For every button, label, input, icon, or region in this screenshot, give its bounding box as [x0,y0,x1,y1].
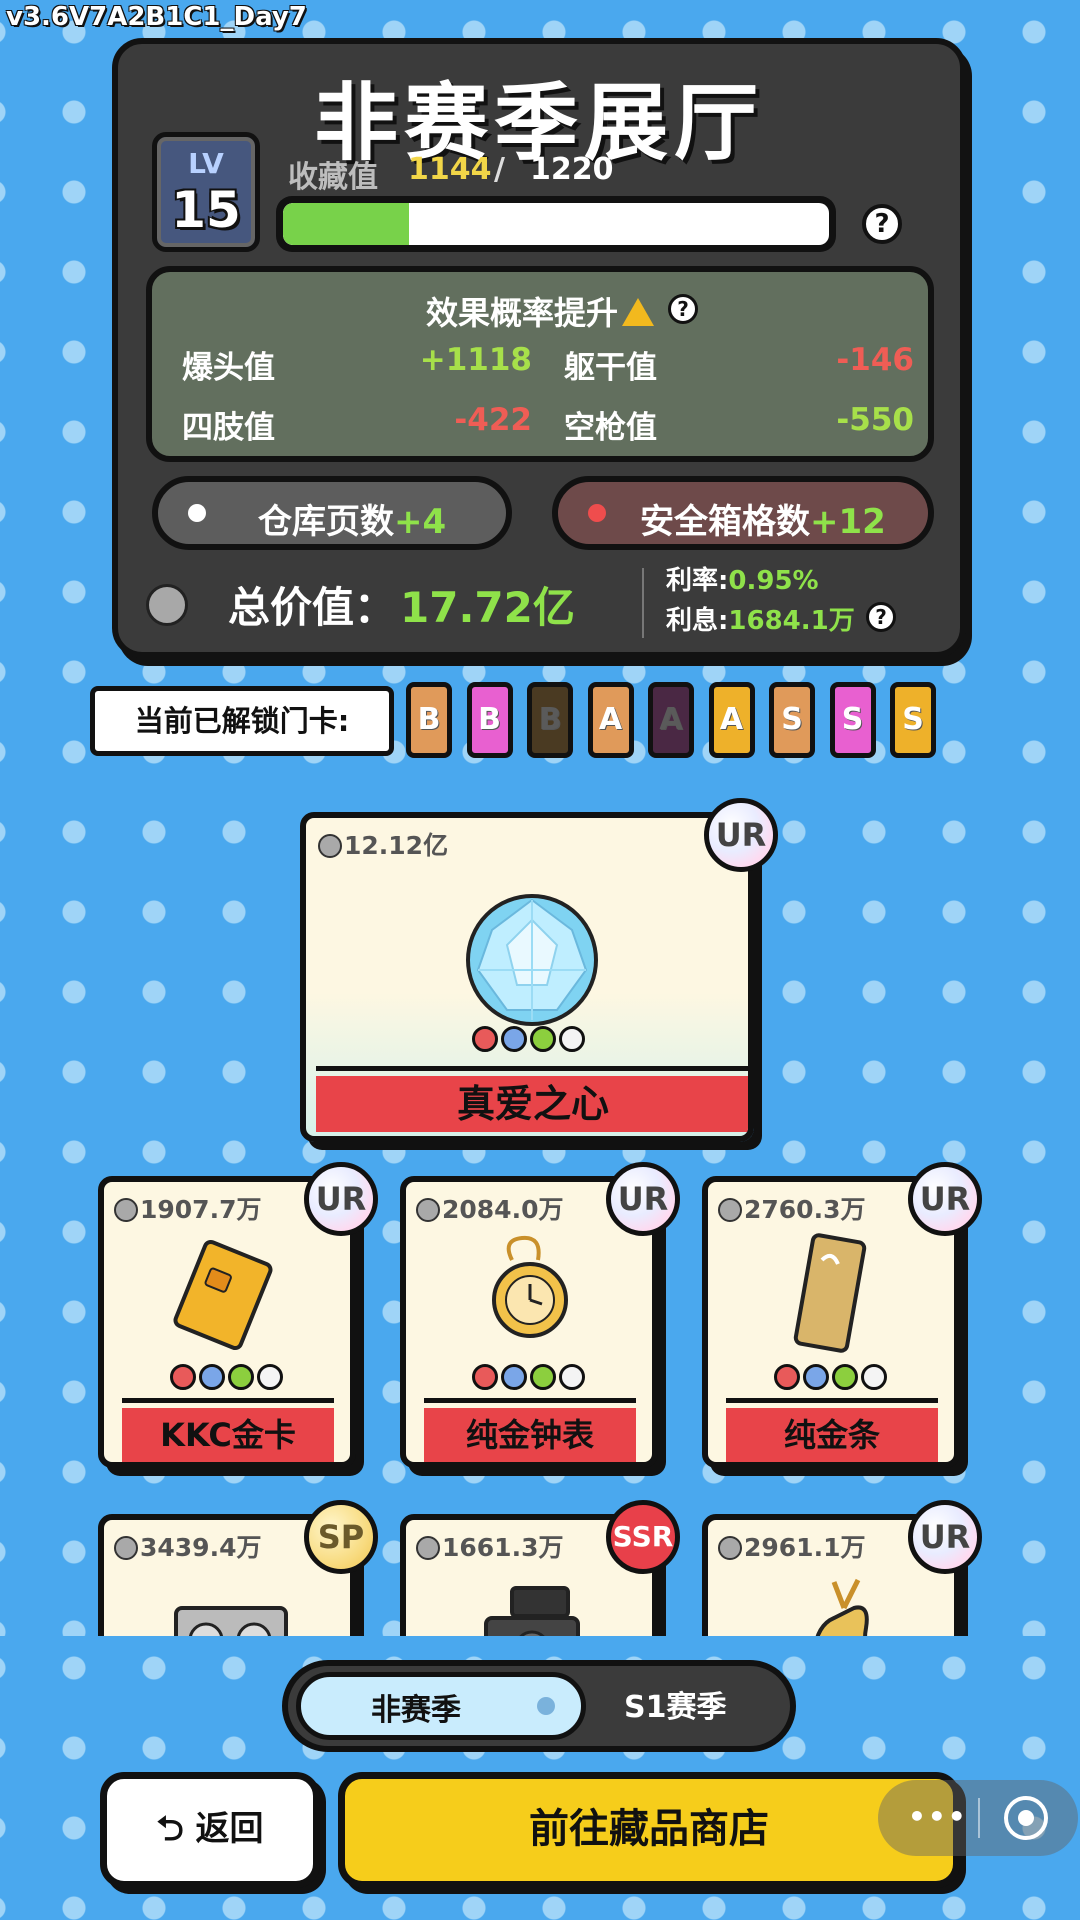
stat-label-torso: 躯干值 [564,350,657,386]
diamond-heart-icon [466,894,598,1026]
collection-progress-bar [276,196,836,252]
coin-icon [114,1536,138,1560]
coin-icon [416,1198,440,1222]
total-value-label: 总价值： [228,583,397,632]
coin-icon [146,584,188,626]
divider [978,1798,980,1838]
rarity-gems [170,1364,286,1394]
rarity-gems [472,1364,588,1394]
item-rarity-badge: SP [304,1500,378,1574]
safebox-slots-pill: 安全箱格数+12 [552,476,934,550]
gate-card-s: S [829,682,876,758]
gate-card-s: S [890,682,936,758]
miniprogram-capsule: ••• [878,1780,1078,1856]
effect-help-icon[interactable]: ? [668,294,698,324]
stat-value-limbs: -422 [454,402,532,438]
item-price: 1661.3万 [416,1528,563,1564]
divider [122,1398,334,1403]
go-to-shop-button[interactable]: 前往藏品商店 [338,1772,960,1888]
season-toggle[interactable]: 非赛季 S1赛季 [282,1660,796,1752]
collection-max: 1220 [530,152,614,187]
item-rarity-badge: UR [304,1162,378,1236]
gold-card-icon [173,1239,273,1351]
featured-price: 12.12亿 [318,826,448,862]
stat-label-headshot: 爆头值 [182,350,275,386]
coin-icon [318,834,342,858]
close-circle-icon[interactable] [1004,1796,1048,1840]
item-price: 2760.3万 [718,1190,865,1226]
warehouse-dot-icon [188,504,206,522]
safebox-slots-label: 安全箱格数+12 [640,502,886,542]
warehouse-pages-label: 仓库页数+4 [258,502,447,542]
level-badge: LV 15 [152,132,260,252]
interest-help-icon[interactable]: ? [866,602,896,632]
tab-off-season-label: 非赛季 [371,1693,461,1728]
version-label: v3.6V7A2B1C1_Day7 [6,2,307,32]
stat-value-miss: -550 [836,402,914,438]
gold-bar-icon [793,1233,867,1353]
coin-icon [718,1198,742,1222]
coin-icon [114,1198,138,1222]
toggle-knob-icon [537,1697,555,1715]
stat-label-miss: 空枪值 [564,410,657,446]
hall-panel: 非赛季展厅 LV 15 收藏值 1144 / 1220 ? 效果概率提升 ? 爆… [112,38,966,658]
effect-title-text: 效果概率提升 [425,294,618,332]
gate-card-s: S [769,682,815,758]
level-number: 15 [171,181,241,239]
gate-card-b: B [466,682,513,758]
divider [316,1066,748,1071]
item-rarity-badge: UR [908,1162,982,1236]
item-price: 3439.4万 [114,1528,261,1564]
safebox-dot-icon [588,504,606,522]
rarity-gems [774,1364,890,1394]
gold-pocket-watch-icon [492,1235,568,1338]
divider [726,1398,938,1403]
stat-value-torso: -146 [836,342,914,378]
stat-value-headshot: +1118 [419,342,532,378]
tab-off-season[interactable]: 非赛季 [296,1672,586,1740]
item-name: KKC金卡 [122,1408,334,1462]
coin-icon [416,1536,440,1560]
item-rarity-badge: SSR [606,1500,680,1574]
divider [642,568,644,638]
item-rarity-badge: UR [908,1500,982,1574]
gate-card-b: B [527,682,573,758]
interest-amount: 利息:1684.1万 [666,606,855,636]
tab-s1-season[interactable]: S1赛季 [624,1682,726,1726]
coin-icon [718,1536,742,1560]
gate-card-a: A [708,682,755,758]
featured-item-card[interactable]: 12.12亿 真爱之心 [300,812,754,1142]
featured-rarity-badge: UR [704,798,778,872]
total-value: 17.72亿 [400,583,575,632]
divider [424,1398,636,1403]
interest-rate: 利率:0.95% [666,566,819,596]
rarity-gems [472,1026,588,1056]
item-price: 2084.0万 [416,1190,563,1226]
return-arrow-icon: ⮌ [156,1809,184,1849]
featured-item-name: 真爱之心 [316,1076,748,1132]
collection-current: 1144 [408,152,492,187]
collection-separator: / [494,152,505,187]
item-name: 纯金条 [726,1408,938,1462]
gate-card-a: A [587,682,634,758]
warehouse-pages-pill: 仓库页数+4 [152,476,512,550]
effect-title: 效果概率提升 [152,288,928,334]
item-price: 1907.7万 [114,1190,261,1226]
level-label: LV [188,147,224,180]
gate-card-b: B [406,682,452,758]
back-button[interactable]: ⮌ 返回 [100,1772,320,1888]
gate-card-a: A [648,682,694,758]
collection-help-icon[interactable]: ? [862,204,902,244]
stat-label-limbs: 四肢值 [182,410,275,446]
warning-triangle-icon [622,298,654,326]
effect-panel: 效果概率提升 ? 爆头值 +1118 躯干值 -146 四肢值 -422 空枪值… [146,266,934,462]
more-icon[interactable]: ••• [908,1800,968,1833]
collection-label: 收藏值 [288,160,378,195]
item-name: 纯金钟表 [424,1408,636,1462]
collection-progress-fill [283,203,409,245]
unlocked-cards-label: 当前已解锁门卡: [90,686,394,756]
item-rarity-badge: UR [606,1162,680,1236]
item-price: 2961.1万 [718,1528,865,1564]
